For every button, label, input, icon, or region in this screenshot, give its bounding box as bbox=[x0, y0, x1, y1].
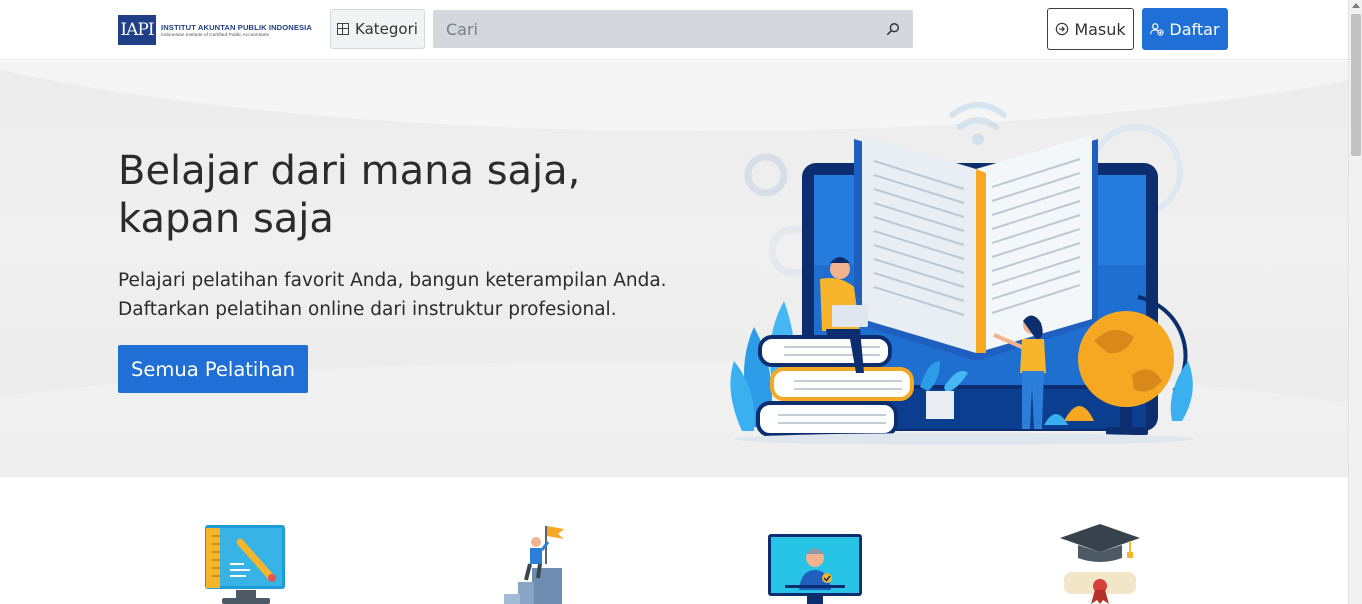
all-trainings-button[interactable]: Semua Pelatihan bbox=[118, 345, 308, 393]
elearning-illustration bbox=[730, 102, 1194, 445]
wifi-icon bbox=[949, 102, 1007, 145]
hero-description: Pelajari pelatihan favorit Anda, bangun … bbox=[118, 266, 718, 324]
gear-icon bbox=[744, 153, 788, 197]
hero-description-line2: Daftarkan pelatihan online dari instrukt… bbox=[118, 299, 617, 320]
search-bar bbox=[433, 10, 913, 48]
register-button[interactable]: Daftar bbox=[1142, 8, 1228, 50]
scroll-thumb[interactable] bbox=[1351, 14, 1361, 156]
grid-icon bbox=[337, 23, 350, 35]
user-add-icon bbox=[1150, 23, 1165, 36]
logo-subtitle: Indonesian Institute of Certified Public… bbox=[161, 32, 269, 38]
graduation-cap-diploma-icon bbox=[1060, 524, 1140, 604]
hero-description-line1: Pelajari pelatihan favorit Anda, bangun … bbox=[118, 270, 667, 291]
top-navbar: IAPI INSTITUT AKUNTAN PUBLIK INDONESIA I… bbox=[0, 0, 1348, 60]
page-scrollbar[interactable] bbox=[1348, 0, 1362, 604]
hero-title-line1: Belajar dari mana saja, bbox=[118, 148, 581, 194]
book-stack bbox=[758, 335, 892, 367]
login-button[interactable]: Masuk bbox=[1047, 8, 1134, 50]
search-icon[interactable] bbox=[886, 22, 900, 36]
hero-banner: Belajar dari mana saja, kapan saja Pelaj… bbox=[0, 61, 1348, 477]
scroll-up-arrow-icon[interactable] bbox=[1352, 3, 1360, 8]
online-instructor-screen-icon bbox=[768, 534, 862, 604]
sign-in-icon bbox=[1056, 22, 1069, 36]
search-input[interactable] bbox=[433, 10, 873, 48]
category-label: Kategori bbox=[355, 20, 418, 38]
category-button[interactable]: Kategori bbox=[330, 9, 425, 49]
logo-name: INSTITUT AKUNTAN PUBLIK INDONESIA bbox=[161, 22, 312, 32]
iapi-logo[interactable]: IAPI INSTITUT AKUNTAN PUBLIK INDONESIA I… bbox=[118, 14, 318, 46]
hero-title-line2: kapan saja bbox=[118, 196, 334, 242]
logo-mark: IAPI bbox=[118, 15, 156, 45]
register-label: Daftar bbox=[1169, 19, 1220, 39]
hero-title: Belajar dari mana saja, kapan saja bbox=[118, 147, 678, 243]
logo-text: INSTITUT AKUNTAN PUBLIK INDONESIA Indone… bbox=[161, 23, 312, 38]
login-label: Masuk bbox=[1074, 19, 1126, 39]
career-stairs-flag-icon bbox=[504, 526, 564, 604]
drawing-board-icon bbox=[205, 525, 285, 604]
ground-shadow bbox=[734, 433, 1194, 445]
